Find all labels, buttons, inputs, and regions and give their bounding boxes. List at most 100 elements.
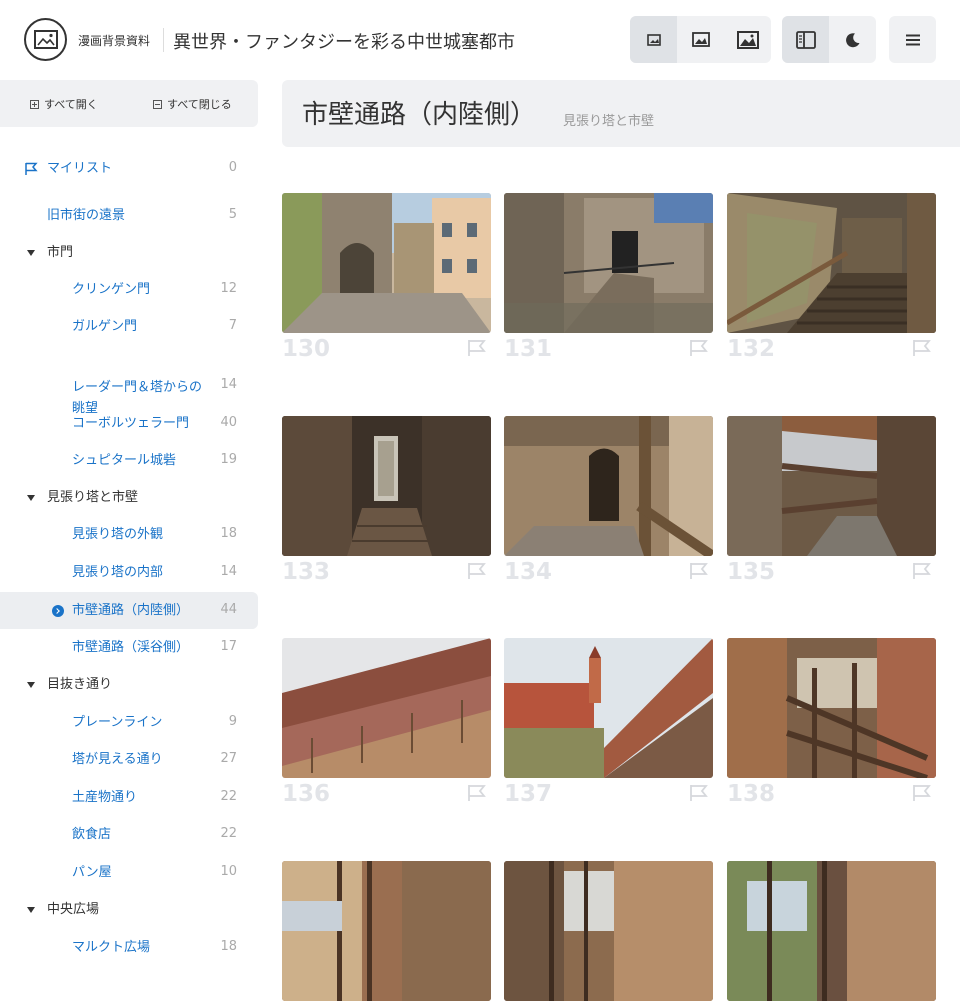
sidebar-item-label: シュピタール城砦 xyxy=(72,453,177,468)
photo-card[interactable]: 130 xyxy=(282,193,491,362)
photo-thumbnail[interactable] xyxy=(282,416,491,556)
photo-card[interactable]: 131 xyxy=(504,193,713,362)
sidebar-item-2[interactable]: 市門 xyxy=(0,234,258,271)
sidebar-item-count: 17 xyxy=(220,639,237,654)
photo-card[interactable]: 137 xyxy=(504,638,713,807)
sidebar-item-9[interactable]: 見張り塔の外観 18 xyxy=(0,516,258,553)
sidebar-item-14[interactable]: プレーンライン 9 xyxy=(0,704,258,741)
view-toggle-group xyxy=(782,16,876,63)
sidebar-item-6[interactable]: コーボルツェラー門 40 xyxy=(0,405,258,442)
expand-all-button[interactable]: すべて開く xyxy=(30,96,98,112)
sidebar-item-count: 5 xyxy=(228,207,237,222)
content-header: 市壁通路（内陸側） 見張り塔と市壁 xyxy=(282,80,960,147)
menu-button[interactable] xyxy=(889,16,936,63)
photo-thumbnail[interactable] xyxy=(504,193,713,333)
menu-group xyxy=(889,16,936,63)
sidebar-item-label: コーボルツェラー門 xyxy=(72,416,190,431)
sidebar-item-7[interactable]: シュピタール城砦 19 xyxy=(0,442,258,479)
bookmark-flag-icon[interactable] xyxy=(689,562,709,580)
current-chevron-icon xyxy=(52,605,64,617)
sidebar-item-11[interactable]: 市壁通路（内陸側） 44 xyxy=(0,592,258,629)
photo-number: 136 xyxy=(282,781,331,807)
photo-card[interactable]: 138 xyxy=(727,638,936,807)
small-thumbnail-button[interactable] xyxy=(630,16,677,63)
sidebar-item-10[interactable]: 見張り塔の内部 14 xyxy=(0,554,258,591)
flag-icon xyxy=(25,162,38,175)
sidebar-item-17[interactable]: 飲食店 22 xyxy=(0,816,258,853)
expand-all-label: すべて開く xyxy=(44,98,98,111)
photo-thumbnail[interactable] xyxy=(727,638,936,778)
bookmark-flag-icon[interactable] xyxy=(912,784,932,802)
sidebar-item-18[interactable]: パン屋 10 xyxy=(0,854,258,891)
bookmark-flag-icon[interactable] xyxy=(912,339,932,357)
photo-thumbnail[interactable] xyxy=(727,193,936,333)
sidebar-item-3[interactable]: クリンゲン門 12 xyxy=(0,271,258,308)
sidebar-item-label: 市壁通路（渓谷側） xyxy=(72,640,190,655)
sidebar-item-label: パン屋 xyxy=(72,865,112,880)
sidebar-item-count: 10 xyxy=(220,864,237,879)
sidebar-item-count: 19 xyxy=(220,452,237,467)
medium-thumbnail-button[interactable] xyxy=(677,16,724,63)
photo-thumbnail[interactable] xyxy=(504,638,713,778)
sidebar-item-count: 18 xyxy=(220,939,237,954)
photo-thumbnail[interactable] xyxy=(504,861,713,1001)
moon-icon xyxy=(845,32,859,47)
sidebar-item-13[interactable]: 目抜き通り xyxy=(0,666,258,703)
sidebar-item-15[interactable]: 塔が見える通り 27 xyxy=(0,741,258,778)
page-title[interactable]: 異世界・ファンタジーを彩る中世城塞都市 xyxy=(173,28,515,54)
caret-down-icon xyxy=(27,495,35,501)
sidebar-toggle-button[interactable] xyxy=(782,16,829,63)
bookmark-flag-icon[interactable] xyxy=(467,784,487,802)
thumbnail-size-group xyxy=(630,16,771,63)
photo-thumbnail[interactable] xyxy=(727,416,936,556)
sidebar-item-19[interactable]: 中央広場 xyxy=(0,891,258,928)
sidebar-item-16[interactable]: 土産物通り 22 xyxy=(0,779,258,816)
photo-thumbnail[interactable] xyxy=(282,861,491,1001)
sidebar-item-count: 40 xyxy=(220,415,237,430)
photo-thumbnail[interactable] xyxy=(727,861,936,1001)
bookmark-flag-icon[interactable] xyxy=(467,339,487,357)
photo-card[interactable]: 133 xyxy=(282,416,491,585)
large-thumbnail-button[interactable] xyxy=(724,16,771,63)
bookmark-flag-icon[interactable] xyxy=(689,784,709,802)
photo-card[interactable] xyxy=(504,861,713,1001)
logo-icon[interactable] xyxy=(24,18,67,61)
site-name[interactable]: 漫画背景資料 xyxy=(78,32,150,49)
sidebar-item-label: クリンゲン門 xyxy=(72,282,151,297)
photo-card[interactable]: 136 xyxy=(282,638,491,807)
sidebar-layout-icon xyxy=(795,30,816,49)
photo-thumbnail[interactable] xyxy=(282,638,491,778)
photo-number: 135 xyxy=(727,559,776,585)
sidebar-item-count: 14 xyxy=(220,377,237,392)
photo-card[interactable] xyxy=(282,861,491,1001)
bookmark-flag-icon[interactable] xyxy=(912,562,932,580)
sidebar-item-1[interactable]: 旧市街の遠景 5 xyxy=(0,197,258,234)
collapse-all-button[interactable]: すべて閉じる xyxy=(153,96,232,112)
sidebar-item-label: 見張り塔と市壁 xyxy=(47,490,139,505)
photo-number: 131 xyxy=(504,336,553,362)
sidebar-item-20[interactable]: マルクト広場 18 xyxy=(0,929,258,966)
content-subtitle[interactable]: 見張り塔と市壁 xyxy=(563,110,654,129)
bookmark-flag-icon[interactable] xyxy=(689,339,709,357)
sidebar-item-4[interactable]: ガルゲン門 7 xyxy=(0,308,258,345)
small-image-icon xyxy=(646,33,661,46)
sidebar-item-label: ガルゲン門 xyxy=(72,319,138,334)
sidebar-item-12[interactable]: 市壁通路（渓谷側） 17 xyxy=(0,629,258,666)
bookmark-flag-icon[interactable] xyxy=(467,562,487,580)
sidebar-item-0[interactable]: マイリスト 0 xyxy=(0,150,258,187)
photo-thumbnail[interactable] xyxy=(282,193,491,333)
sidebar-item-count: 7 xyxy=(228,318,237,333)
sidebar-toolbar: すべて開く すべて閉じる xyxy=(0,80,258,127)
photo-card[interactable]: 135 xyxy=(727,416,936,585)
sidebar-item-label: 見張り塔の内部 xyxy=(72,565,164,580)
photo-card[interactable] xyxy=(727,861,936,1001)
sidebar-item-label: プレーンライン xyxy=(72,715,163,730)
photo-card[interactable]: 132 xyxy=(727,193,936,362)
photo-number: 138 xyxy=(727,781,776,807)
dark-mode-button[interactable] xyxy=(829,16,876,63)
photo-card[interactable]: 134 xyxy=(504,416,713,585)
sidebar-item-label: 目抜き通り xyxy=(47,677,113,692)
sidebar-item-8[interactable]: 見張り塔と市壁 xyxy=(0,479,258,516)
sidebar: すべて開く すべて閉じる マイリスト 0 旧市街の遠景 5 市門 クリンゲン門 12 ガルゲン… xyxy=(0,80,258,960)
photo-thumbnail[interactable] xyxy=(504,416,713,556)
